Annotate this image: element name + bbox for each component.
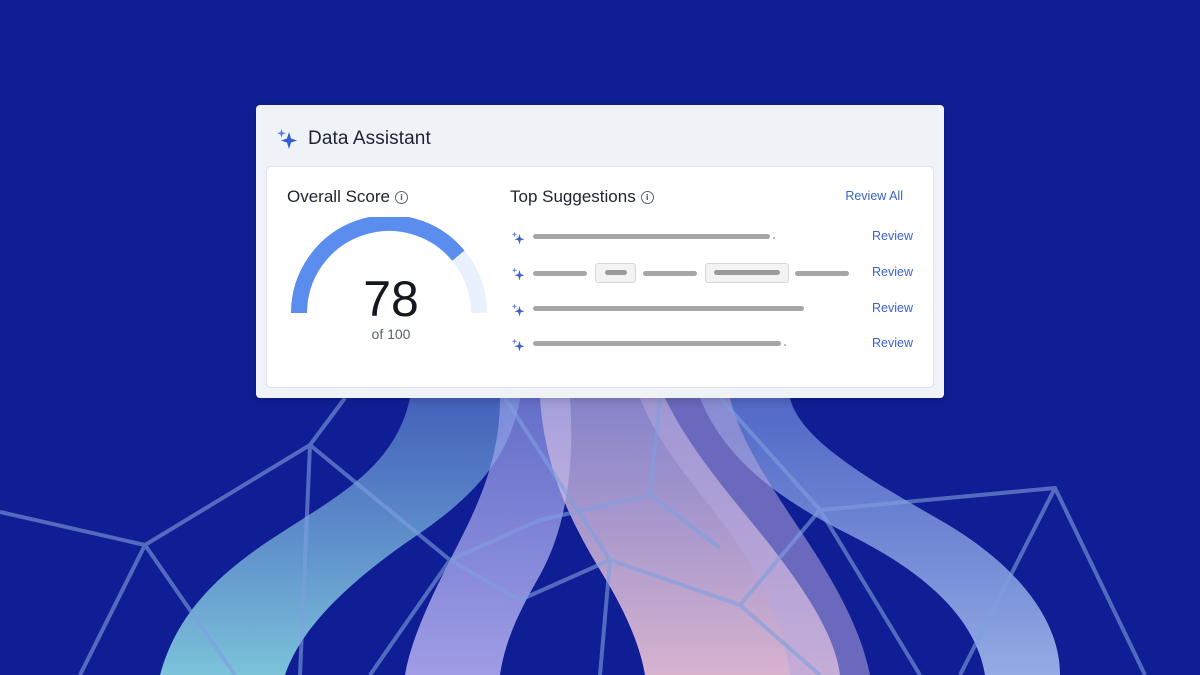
suggestion-item: Review xyxy=(511,300,913,322)
review-all-link[interactable]: Review All xyxy=(845,189,903,203)
chip-placeholder-line xyxy=(714,270,780,275)
data-assistant-card: Data Assistant Overall Score i 78 of 100… xyxy=(256,105,944,398)
sparkle-icon xyxy=(511,338,525,357)
chip-placeholder-line xyxy=(605,270,627,275)
suggestion-item: Review xyxy=(511,263,913,286)
suggestion-item: Review xyxy=(511,335,913,357)
suggestion-placeholder-line xyxy=(533,234,770,239)
suggestion-chip xyxy=(595,263,636,283)
overall-score-heading: Overall Score i xyxy=(287,187,408,207)
suggestion-item: Review xyxy=(511,228,913,250)
review-link[interactable]: Review xyxy=(872,229,913,243)
top-suggestions-label: Top Suggestions xyxy=(510,187,636,206)
suggestion-placeholder-line xyxy=(533,306,804,311)
suggestion-placeholder-line xyxy=(643,271,697,276)
info-icon[interactable]: i xyxy=(394,190,408,204)
sparkle-icon xyxy=(511,303,525,322)
placeholder-dot xyxy=(773,237,775,239)
score-value: 78 xyxy=(363,271,419,327)
review-link[interactable]: Review xyxy=(872,301,913,315)
review-link[interactable]: Review xyxy=(872,336,913,350)
top-suggestions-heading: Top Suggestions i xyxy=(510,187,654,207)
sparkle-icon xyxy=(511,267,525,286)
suggestion-placeholder-line xyxy=(533,271,587,276)
sparkle-icon xyxy=(511,231,525,250)
card-title: Data Assistant xyxy=(308,128,431,149)
info-icon[interactable]: i xyxy=(640,190,654,204)
overall-score-label: Overall Score xyxy=(287,187,390,206)
card-panel: Overall Score i 78 of 100 Top Suggestion… xyxy=(267,167,933,387)
suggestion-placeholder-line xyxy=(795,271,849,276)
placeholder-dot xyxy=(784,344,786,346)
score-max: of 100 xyxy=(371,326,411,342)
sparkle-icon xyxy=(276,128,298,150)
suggestion-placeholder-line xyxy=(533,341,781,346)
review-link[interactable]: Review xyxy=(872,265,913,279)
card-header: Data Assistant xyxy=(276,127,431,151)
suggestion-chip xyxy=(705,263,789,283)
